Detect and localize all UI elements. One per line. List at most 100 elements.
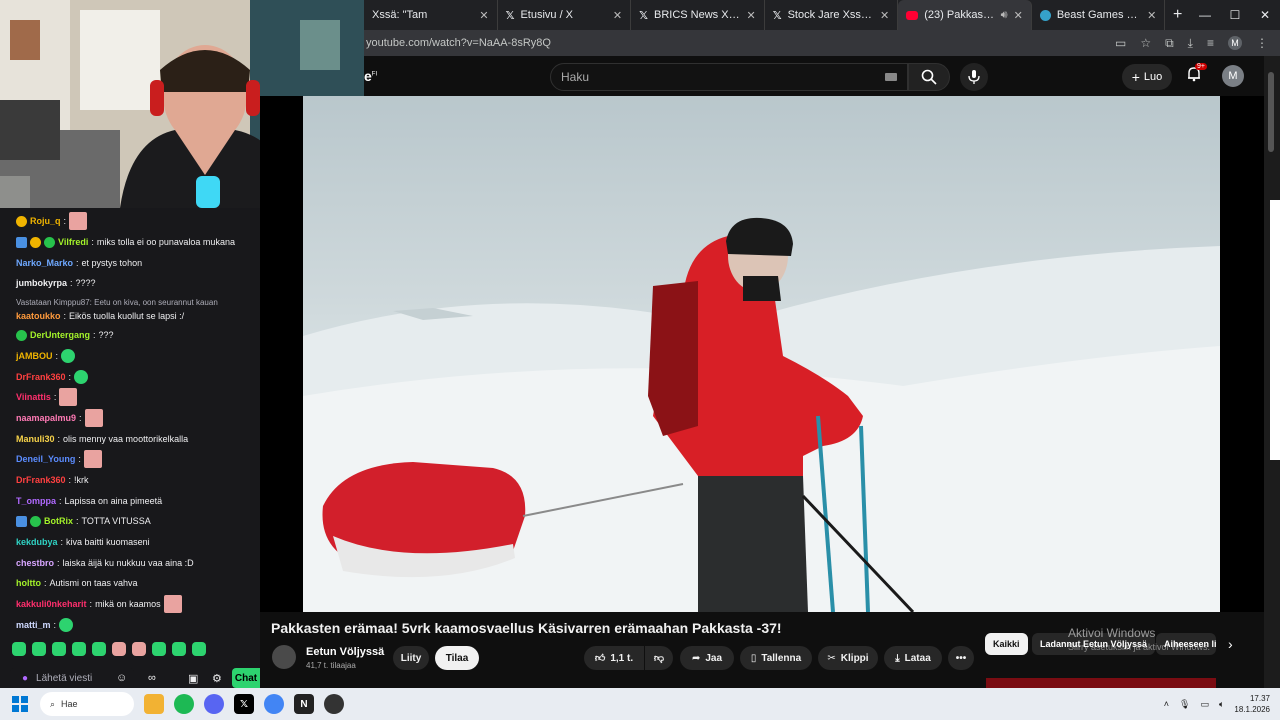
chat-username[interactable]: BotRix [44, 516, 73, 526]
taskbar-search[interactable]: ⌕ Hae [40, 692, 134, 716]
chevron-right-icon[interactable]: › [1228, 636, 1233, 652]
close-icon[interactable]: ✕ [746, 9, 755, 22]
discord-icon[interactable] [204, 694, 224, 714]
microphone-icon[interactable]: 🎙︎ [1179, 699, 1190, 710]
notifications-button[interactable]: 9+ [1186, 63, 1208, 88]
chat-username[interactable]: Narko_Marko [16, 258, 73, 268]
voice-search-button[interactable] [960, 63, 988, 91]
browser-tab[interactable]: 𝕏 Stock Jare Xssä: "Aiotko s ✕ [765, 0, 899, 30]
emote[interactable] [92, 642, 106, 656]
emote[interactable] [172, 642, 186, 656]
close-window-button[interactable]: ✕ [1250, 0, 1280, 30]
clip-button[interactable]: ✂ Klippi [818, 646, 878, 670]
recommended-thumbnail[interactable] [986, 678, 1216, 688]
emote[interactable] [32, 642, 46, 656]
chip-all[interactable]: Kaikki [985, 633, 1028, 655]
chat-username[interactable]: kekdubya [16, 537, 58, 547]
chat-username[interactable]: kakkuli0nkeharit [16, 599, 87, 609]
save-button[interactable]: ▯ Tallenna [740, 646, 812, 670]
emoji-icon[interactable]: ☺ [116, 672, 127, 684]
chat-username[interactable]: Roju_q [30, 216, 61, 226]
scrollbar-thumb[interactable] [1268, 72, 1274, 152]
chevron-up-icon[interactable]: ˄ [1164, 699, 1169, 709]
like-button[interactable]: 👍︎ 1,1 t. [584, 646, 644, 670]
chat-username[interactable]: Deneil_Young [16, 454, 75, 464]
browser-tab-active[interactable]: (23) Pakkasten erämaa 🔊︎ ✕ [898, 0, 1032, 30]
notepad-icon[interactable]: N [294, 694, 314, 714]
browser-tab[interactable]: Xssä: "Tam ✕ [364, 0, 498, 30]
gift-icon[interactable]: ▣ [188, 672, 198, 685]
settings-gear-icon[interactable]: ⚙ [212, 672, 222, 685]
dislike-button[interactable]: 👎︎ [645, 646, 673, 670]
maximize-button[interactable]: ☐ [1220, 0, 1250, 30]
new-tab-button[interactable]: + [1165, 0, 1190, 30]
profile-avatar[interactable]: M [1228, 36, 1242, 50]
close-icon[interactable]: ✕ [479, 9, 488, 22]
chat-username[interactable]: matti_m [16, 620, 51, 630]
browser-tab[interactable]: 𝕏 BRICS News Xssä: "JUST IN ✕ [631, 0, 765, 30]
account-avatar[interactable]: M [1222, 65, 1244, 87]
download-button[interactable]: ⤓ Lataa [884, 646, 942, 670]
close-icon[interactable]: ✕ [880, 9, 889, 22]
url-text[interactable]: youtube.com/watch?v=NaAA-8sRy8Q [366, 37, 1115, 49]
chat-username[interactable]: naamapalmu9 [16, 413, 76, 423]
share-button[interactable]: ➦ Jaa [680, 646, 734, 670]
chat-username[interactable]: T_omppa [16, 496, 56, 506]
network-icon[interactable]: ▭ [1200, 699, 1209, 710]
browser-tab[interactable]: Beast Games kausi 3 - Edu ✕ [1032, 0, 1166, 30]
minimize-button[interactable]: — [1190, 0, 1220, 30]
join-button[interactable]: Liity [393, 646, 429, 670]
chat-username[interactable]: Manuli30 [16, 434, 55, 444]
spotify-icon[interactable] [174, 694, 194, 714]
bookmark-star-icon[interactable]: ☆ [1140, 36, 1151, 50]
obs-icon[interactable] [324, 694, 344, 714]
chat-username[interactable]: holtto [16, 578, 41, 588]
file-explorer-icon[interactable] [144, 694, 164, 714]
chat-username[interactable]: jAMBOU [16, 351, 53, 361]
search-button[interactable] [908, 63, 950, 91]
search-input[interactable]: Haku [550, 63, 908, 91]
chat-username[interactable]: jumbokyrpa [16, 278, 67, 288]
chat-username[interactable]: kaatoukko [16, 311, 61, 321]
emote[interactable] [192, 642, 206, 656]
windows-start-icon[interactable] [12, 696, 28, 712]
create-button[interactable]: + Luo [1122, 64, 1172, 90]
volume-icon[interactable]: 🔈︎ [1219, 699, 1224, 710]
channel-points-icon[interactable]: ∞ [148, 672, 156, 684]
chat-send-button[interactable]: Chat [232, 668, 260, 688]
keyboard-icon[interactable] [885, 73, 897, 81]
chat-username[interactable]: DerUntergang [30, 330, 90, 340]
chat-username[interactable]: Viinattis [16, 392, 51, 402]
close-icon[interactable]: ✕ [1014, 9, 1023, 22]
chrome-icon[interactable] [264, 694, 284, 714]
browser-tab[interactable]: 𝕏 Etusivu / X ✕ [498, 0, 632, 30]
chat-username[interactable]: Vilfredi [58, 237, 88, 247]
emote[interactable] [52, 642, 66, 656]
youtube-logo[interactable]: eFI [364, 68, 377, 84]
activate-windows-watermark: Aktivoi Windows [1068, 626, 1156, 640]
emote[interactable] [152, 642, 166, 656]
close-icon[interactable]: ✕ [1147, 9, 1156, 22]
emote[interactable] [72, 642, 86, 656]
extensions-icon[interactable]: ⧉ [1165, 36, 1174, 51]
chat-username[interactable]: DrFrank360 [16, 475, 66, 485]
address-bar[interactable]: youtube.com/watch?v=NaAA-8sRy8Q ▭ ☆ ⧉ ⤓ … [364, 30, 1280, 56]
channel-avatar[interactable] [272, 645, 296, 669]
chat-username[interactable]: DrFrank360 [16, 372, 66, 382]
emote[interactable] [12, 642, 26, 656]
close-icon[interactable]: ✕ [613, 9, 622, 22]
menu-dots-icon[interactable]: ⋮ [1256, 36, 1268, 50]
emote[interactable] [132, 642, 146, 656]
video-frame[interactable] [303, 96, 1220, 612]
clock[interactable]: 17.37 18.1.2026 [1234, 693, 1270, 715]
subscribe-button[interactable]: Tilaa [435, 646, 479, 670]
more-actions-button[interactable]: ••• [948, 646, 974, 670]
media-control-icon[interactable]: ≡ [1207, 36, 1214, 50]
speaker-icon[interactable]: 🔊︎ [1001, 9, 1008, 22]
download-icon[interactable]: ⤓ [1188, 36, 1193, 51]
emote[interactable] [112, 642, 126, 656]
cast-icon[interactable]: ▭ [1115, 36, 1126, 50]
chat-username[interactable]: chestbro [16, 558, 54, 568]
x-app-icon[interactable]: 𝕏 [234, 694, 254, 714]
channel-name[interactable]: Eetun Völjyssä [306, 646, 384, 658]
